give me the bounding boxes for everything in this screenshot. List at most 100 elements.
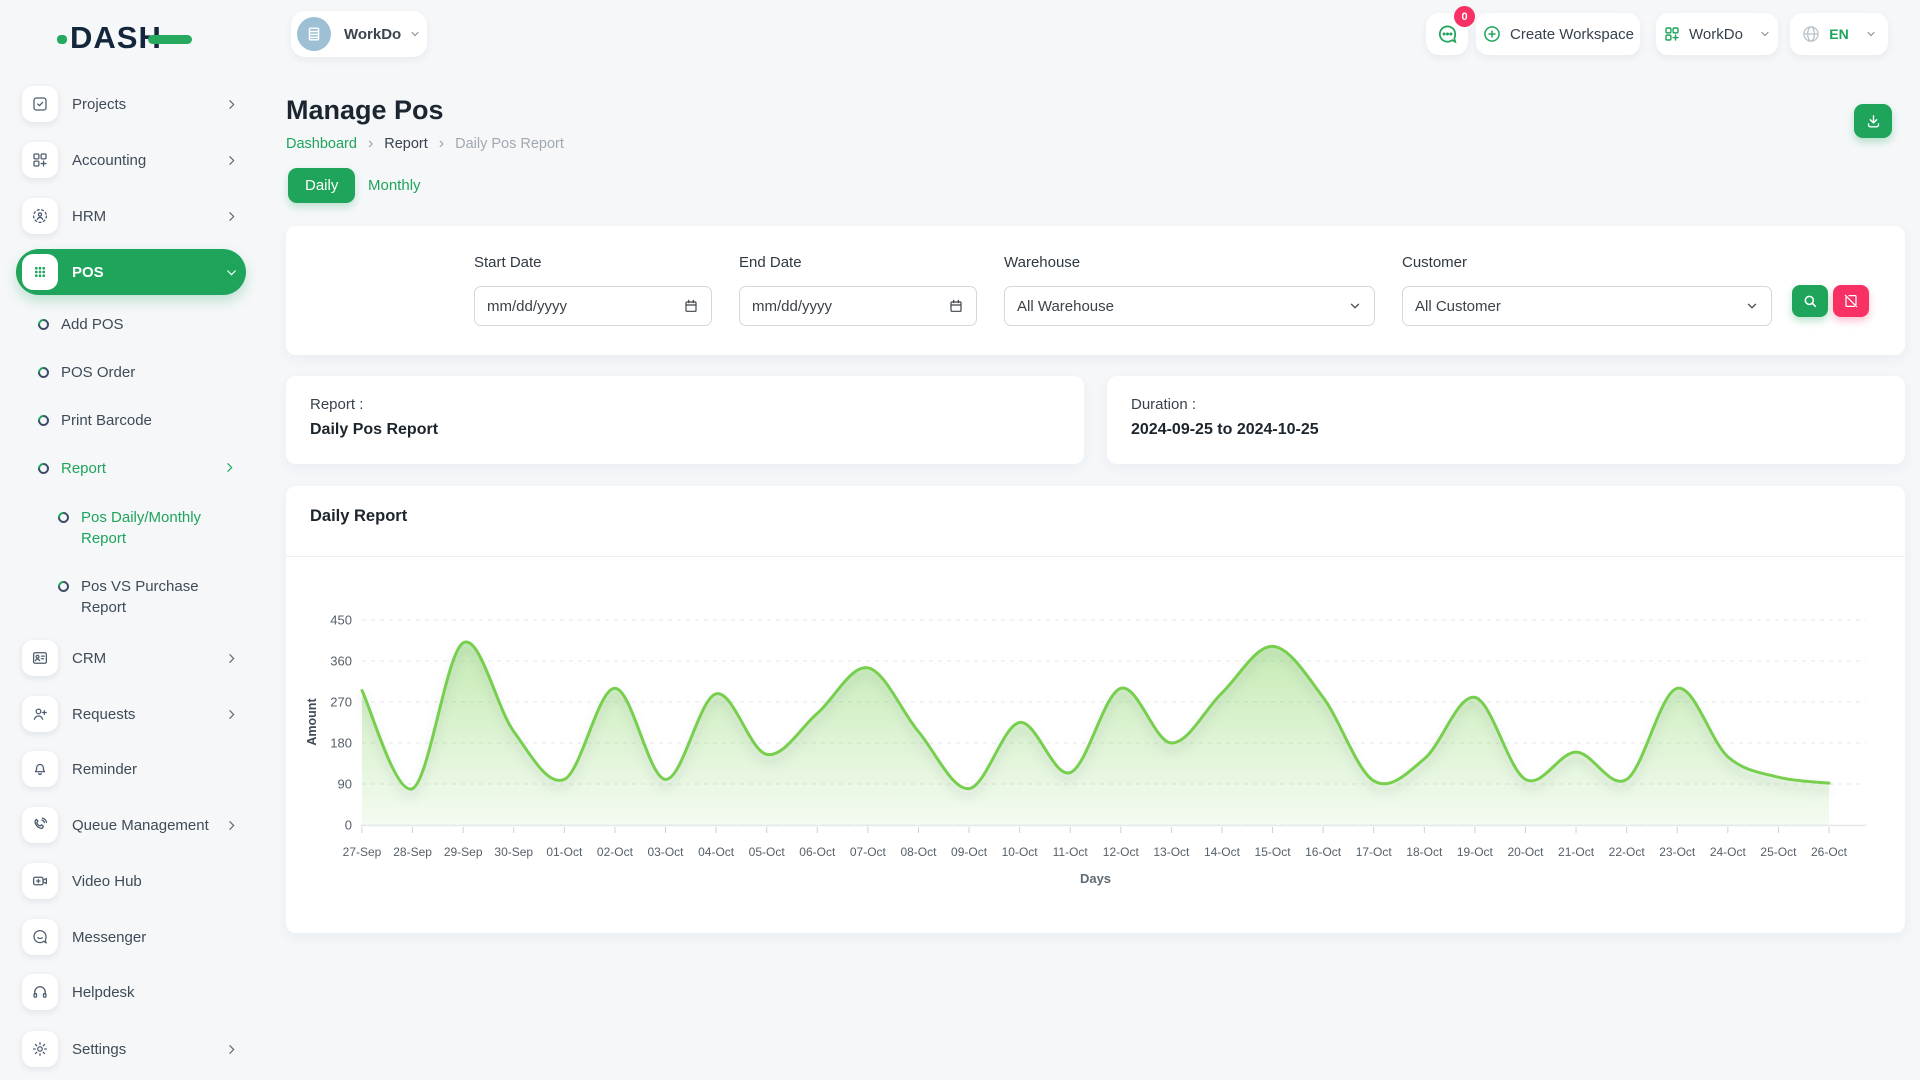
chevron-right-icon — [225, 652, 238, 665]
sidebar-item-settings[interactable]: Settings — [16, 1027, 246, 1071]
duration-value: 2024-09-25 to 2024-10-25 — [1131, 421, 1319, 439]
chevron-right-icon — [225, 154, 238, 167]
sidebar-item-helpdesk[interactable]: Helpdesk — [16, 970, 246, 1014]
workdo-menu-button[interactable]: WorkDo — [1656, 13, 1778, 55]
svg-text:05-Oct: 05-Oct — [749, 845, 786, 859]
dots-grid-icon — [22, 254, 58, 290]
svg-text:90: 90 — [338, 777, 352, 792]
chevron-right-icon — [225, 708, 238, 721]
sidebar-item-pos[interactable]: POS — [16, 249, 246, 295]
breadcrumb-dashboard-link[interactable]: Dashboard — [286, 136, 357, 152]
logo-dash-icon — [148, 35, 192, 44]
user-plus-icon — [22, 696, 58, 732]
start-date-input[interactable]: mm/dd/yyyy — [474, 286, 712, 326]
download-icon — [1865, 113, 1882, 130]
language-selector[interactable]: EN — [1790, 13, 1888, 55]
svg-text:Amount: Amount — [305, 698, 319, 746]
logo-dot-icon — [57, 35, 67, 44]
svg-text:23-Oct: 23-Oct — [1659, 845, 1696, 859]
search-icon — [1802, 293, 1818, 309]
search-button[interactable] — [1792, 285, 1828, 317]
language-code: EN — [1829, 26, 1848, 42]
sidebar-item-accounting[interactable]: Accounting — [16, 138, 246, 182]
svg-text:18-Oct: 18-Oct — [1406, 845, 1443, 859]
breadcrumb-report-link[interactable]: Report — [384, 136, 428, 152]
svg-text:360: 360 — [330, 654, 352, 669]
svg-text:Days: Days — [1080, 871, 1111, 886]
report-info-card: Report : Daily Pos Report — [286, 376, 1084, 464]
sidebar-item-projects[interactable]: Projects — [16, 82, 246, 126]
chevron-down-icon — [1745, 299, 1759, 313]
sidebar-item-video-hub[interactable]: Video Hub — [16, 859, 246, 903]
headphones-icon — [22, 974, 58, 1010]
sidebar-item-hrm[interactable]: HRM — [16, 194, 246, 238]
duration-info-card: Duration : 2024-09-25 to 2024-10-25 — [1107, 376, 1905, 464]
svg-text:25-Oct: 25-Oct — [1760, 845, 1797, 859]
svg-text:03-Oct: 03-Oct — [648, 845, 685, 859]
sidebar-item-crm[interactable]: CRM — [16, 636, 246, 680]
svg-text:09-Oct: 09-Oct — [951, 845, 988, 859]
svg-text:24-Oct: 24-Oct — [1710, 845, 1747, 859]
warehouse-select[interactable]: All Warehouse — [1004, 286, 1375, 326]
plus-circle-icon — [1482, 24, 1502, 44]
create-workspace-label: Create Workspace — [1510, 26, 1634, 43]
chevron-down-icon — [225, 266, 238, 279]
svg-text:11-Oct: 11-Oct — [1053, 845, 1089, 859]
create-workspace-button[interactable]: Create Workspace — [1476, 13, 1640, 55]
sidebar-item-add-pos[interactable]: Add POS — [16, 314, 246, 335]
bullet-icon — [56, 579, 72, 595]
chevron-right-icon — [225, 98, 238, 111]
filter-card: Start Date End Date Warehouse Customer m… — [286, 226, 1905, 355]
bullet-icon — [36, 413, 52, 429]
calendar-icon — [948, 298, 964, 314]
svg-text:13-Oct: 13-Oct — [1153, 845, 1190, 859]
chevron-right-icon — [225, 1043, 238, 1056]
svg-text:19-Oct: 19-Oct — [1457, 845, 1494, 859]
sidebar-item-report[interactable]: Report — [16, 458, 246, 479]
bullet-icon — [36, 317, 52, 333]
start-date-label: Start Date — [474, 254, 542, 271]
svg-text:22-Oct: 22-Oct — [1609, 845, 1646, 859]
gear-icon — [22, 1031, 58, 1067]
reset-filter-button[interactable] — [1833, 285, 1869, 317]
customer-select[interactable]: All Customer — [1402, 286, 1772, 326]
svg-text:20-Oct: 20-Oct — [1507, 845, 1544, 859]
sidebar-item-queue-management[interactable]: Queue Management — [16, 803, 246, 847]
svg-text:04-Oct: 04-Oct — [698, 845, 735, 859]
svg-text:0: 0 — [345, 818, 352, 833]
sidebar-item-print-barcode[interactable]: Print Barcode — [16, 410, 246, 431]
svg-text:28-Sep: 28-Sep — [393, 845, 432, 859]
breadcrumb: Dashboard › Report › Daily Pos Report — [286, 136, 564, 152]
chat-bubble-icon — [22, 919, 58, 955]
breadcrumb-separator: › — [439, 137, 444, 151]
warehouse-label: Warehouse — [1004, 254, 1080, 271]
svg-text:06-Oct: 06-Oct — [799, 845, 836, 859]
sidebar-item-pos-daily-monthly-report[interactable]: Pos Daily/Monthly Report — [16, 507, 246, 549]
tab-monthly[interactable]: Monthly — [368, 177, 421, 194]
bullet-icon — [36, 461, 52, 477]
sidebar-item-pos-order[interactable]: POS Order — [16, 362, 246, 383]
sidebar-item-messenger[interactable]: Messenger — [16, 915, 246, 959]
svg-text:02-Oct: 02-Oct — [597, 845, 634, 859]
tab-daily[interactable]: Daily — [288, 168, 355, 203]
chart-title: Daily Report — [310, 507, 407, 526]
squares-plus-icon — [22, 142, 58, 178]
svg-text:14-Oct: 14-Oct — [1204, 845, 1241, 859]
video-camera-icon — [22, 863, 58, 899]
sidebar-item-requests[interactable]: Requests — [16, 692, 246, 736]
daily-report-card: Daily Report 09018027036045027-Sep28-Sep… — [286, 486, 1905, 933]
sidebar-item-reminder[interactable]: Reminder — [16, 747, 246, 791]
grid-plus-icon — [1663, 25, 1681, 43]
chevron-right-icon — [223, 461, 236, 474]
chevron-right-icon — [225, 819, 238, 832]
messages-button[interactable]: 0 — [1426, 13, 1468, 55]
sidebar-item-pos-vs-purchase-report[interactable]: Pos VS Purchase Report — [16, 576, 246, 618]
check-square-icon — [22, 86, 58, 122]
svg-text:21-Oct: 21-Oct — [1558, 845, 1595, 859]
workspace-switcher[interactable]: WorkDo — [291, 11, 427, 57]
globe-icon — [1801, 24, 1821, 44]
end-date-input[interactable]: mm/dd/yyyy — [739, 286, 977, 326]
download-report-button[interactable] — [1854, 104, 1892, 138]
report-value: Daily Pos Report — [310, 421, 438, 439]
svg-text:450: 450 — [330, 613, 352, 628]
